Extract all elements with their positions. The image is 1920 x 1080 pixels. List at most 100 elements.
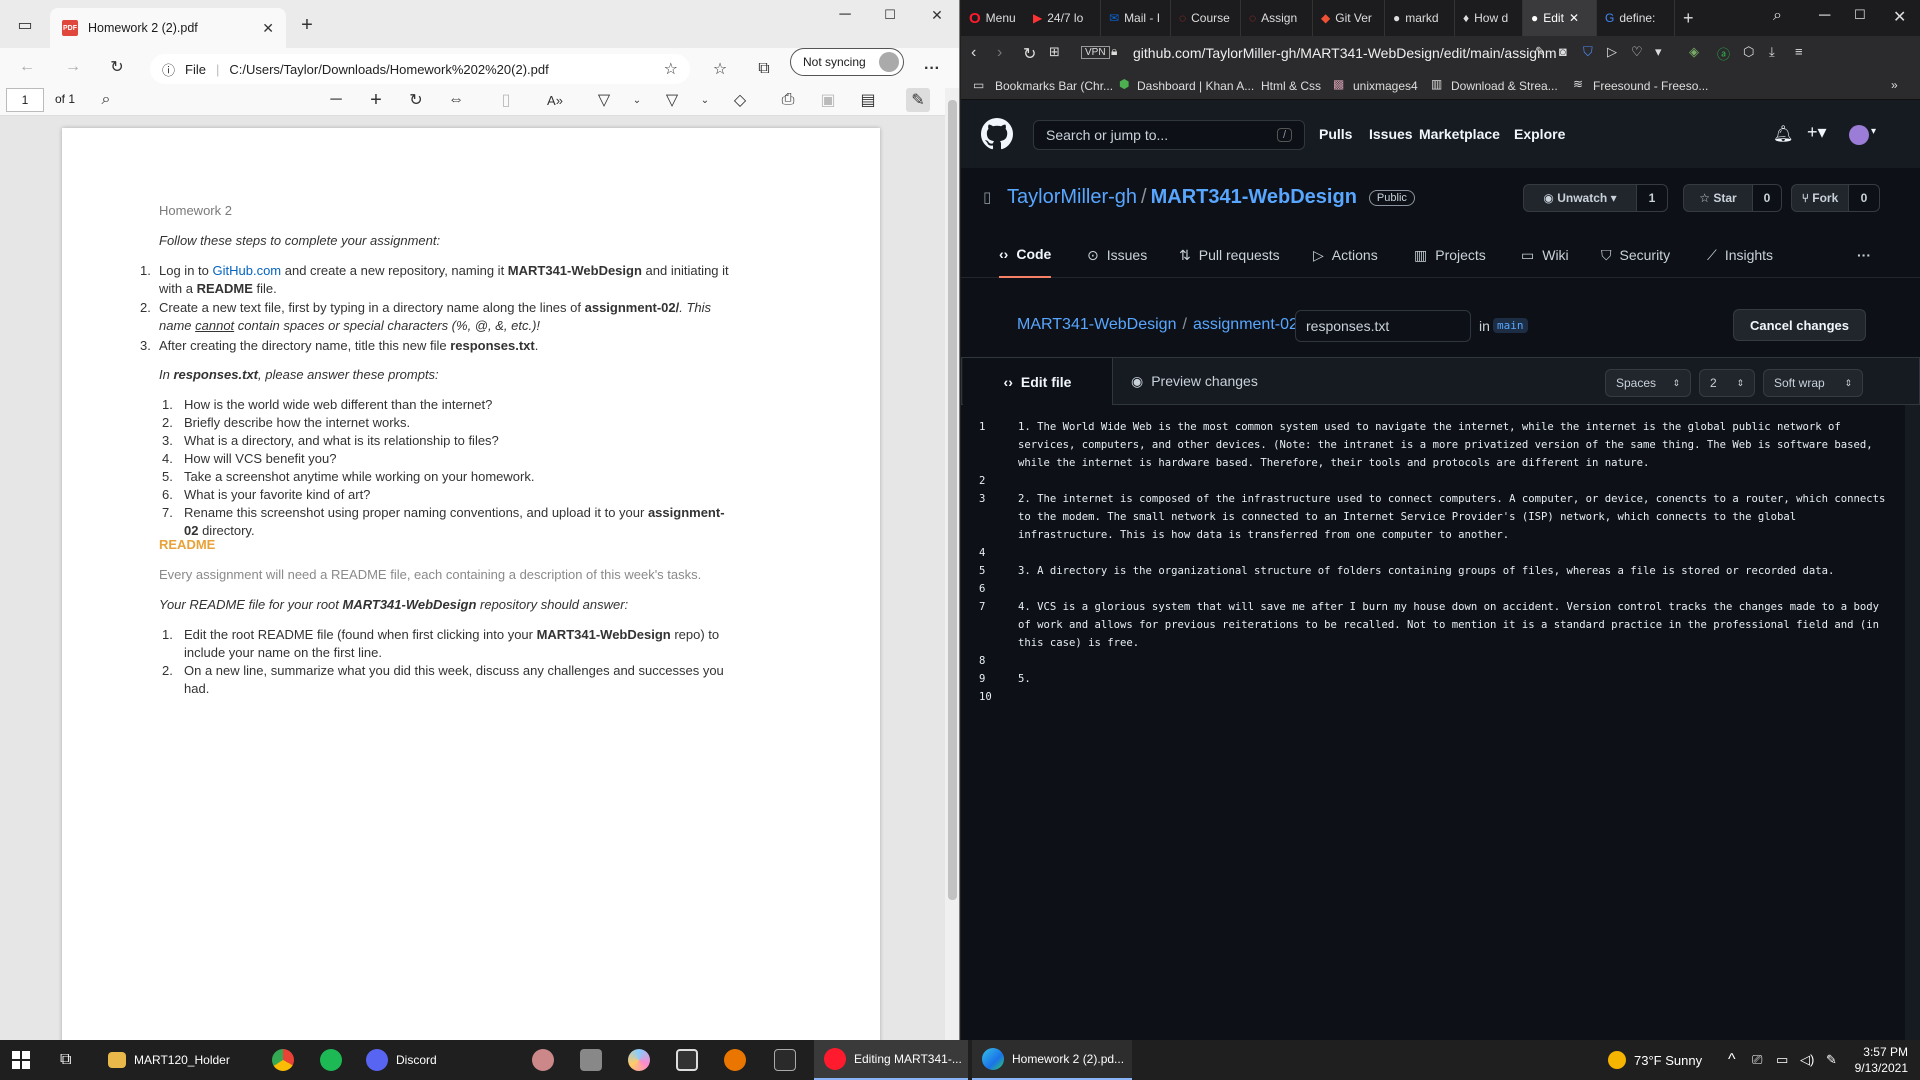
tab-assign[interactable]: ◌ Assign	[1241, 0, 1313, 36]
easy-setup-icon[interactable]: ≡	[1795, 44, 1803, 59]
tab-pull-requests[interactable]: ⇅ Pull requests	[1179, 232, 1280, 278]
code-line[interactable]: 1. The World Wide Web is the most common…	[1018, 418, 1898, 472]
meet-now-icon[interactable]: ⎚	[1752, 1040, 1762, 1080]
cube-icon[interactable]: ⬡	[1743, 44, 1754, 60]
tab-markd[interactable]: ● markd	[1385, 0, 1455, 36]
page-view-icon[interactable]: ▯	[496, 90, 516, 110]
read-aloud-icon[interactable]: A»	[545, 90, 565, 110]
save-as-icon[interactable]: ▤	[858, 90, 878, 110]
maximize-icon[interactable]: ☐	[1854, 7, 1866, 23]
fork-count[interactable]: 0	[1848, 184, 1880, 212]
speed-dial-icon[interactable]: ⊞	[1049, 44, 1060, 60]
code-line[interactable]: 4. VCS is a glorious system that will sa…	[1018, 598, 1898, 652]
shield-icon[interactable]: ⛉	[1583, 44, 1593, 60]
fit-page-icon[interactable]: ⇔	[446, 90, 466, 110]
bookmark-item[interactable]: Freesound - Freeso...	[1593, 79, 1708, 93]
tab-24-7[interactable]: ▶ 24/7 lo	[1025, 0, 1101, 36]
page-number-input[interactable]: 1	[6, 88, 44, 112]
tab-actions[interactable]: ▷ Actions	[1313, 232, 1378, 278]
clock[interactable]: 3:57 PM 9/13/2021	[1848, 1040, 1908, 1080]
sync-button[interactable]: Not syncing	[790, 48, 904, 76]
app-taskbar-icon-2[interactable]	[628, 1040, 650, 1080]
close-window-icon[interactable]: ✕	[922, 4, 952, 26]
tab-security[interactable]: ⛉ Security	[1601, 232, 1670, 278]
volume-icon[interactable]: ◁)	[1800, 1040, 1814, 1080]
pen-icon[interactable]: ✎	[1826, 1040, 1837, 1080]
cancel-changes-button[interactable]: Cancel changes	[1733, 309, 1866, 341]
pin-toolbar-icon[interactable]: ✎	[906, 88, 930, 112]
taskbar-item-discord[interactable]: Discord	[366, 1040, 456, 1080]
edit-page-icon[interactable]: ✎	[1535, 44, 1546, 60]
bookmark-item[interactable]: Download & Strea...	[1451, 79, 1558, 93]
weather-widget[interactable]: 73°F Sunny	[1608, 1040, 1702, 1080]
favorites-icon[interactable]: ☆	[708, 58, 732, 80]
edge-address-bar[interactable]: ⓘ File | C:/Users/Taylor/Downloads/Homew…	[150, 54, 690, 84]
opera-menu-button[interactable]: O Menu	[961, 0, 1025, 36]
bookmarks-overflow-icon[interactable]: »	[1891, 78, 1898, 92]
close-tab-icon[interactable]: ✕	[1569, 11, 1579, 25]
zoom-in-icon[interactable]: +	[366, 89, 386, 111]
rotate-icon[interactable]: ↻	[406, 90, 426, 110]
tab-code[interactable]: ‹› Code	[999, 232, 1052, 278]
repo-owner-link[interactable]: TaylorMiller-gh	[1007, 186, 1137, 209]
highlight-icon[interactable]: ▽	[662, 90, 682, 110]
epic-taskbar-icon[interactable]	[774, 1040, 796, 1080]
minimize-icon[interactable]: ─	[1819, 7, 1830, 25]
tab-issues[interactable]: ⊙ Issues	[1087, 232, 1147, 278]
tab-insights[interactable]: ⟋ Insights	[1707, 232, 1773, 278]
close-window-icon[interactable]: ✕	[1893, 7, 1906, 27]
chrome-taskbar-icon[interactable]	[272, 1040, 294, 1080]
heart-icon[interactable]: ♡	[1631, 44, 1643, 60]
tab-projects[interactable]: ▥ Projects	[1414, 232, 1486, 278]
breadcrumb-dir[interactable]: assignment-02	[1193, 316, 1298, 334]
wallet-icon[interactable]: ▾	[1655, 44, 1662, 60]
unwatch-button[interactable]: ◉ Unwatch ▾	[1523, 184, 1637, 212]
close-tab-icon[interactable]: ✕	[262, 20, 274, 37]
nav-marketplace[interactable]: Marketplace	[1419, 126, 1500, 142]
tab-wiki[interactable]: ▭ Wiki	[1521, 232, 1569, 278]
forward-icon[interactable]: →	[62, 56, 84, 78]
code-line[interactable]: 3. A directory is the organizational str…	[1018, 562, 1898, 580]
highlight-chevron-icon[interactable]: ⌄	[698, 90, 712, 110]
unity-taskbar-icon[interactable]	[676, 1040, 698, 1080]
tab-git-ver[interactable]: ◆ Git Ver	[1313, 0, 1385, 36]
extension-icon[interactable]: ◈	[1689, 44, 1699, 60]
code-line[interactable]: 5.	[1018, 670, 1898, 688]
send-icon[interactable]: ▷	[1607, 44, 1617, 60]
start-button[interactable]	[12, 1040, 30, 1080]
refresh-icon[interactable]: ↻	[106, 56, 128, 78]
new-tab-icon[interactable]: +	[296, 14, 318, 36]
bookmark-item[interactable]: Html & Css	[1261, 79, 1321, 93]
back-icon[interactable]: ←	[16, 56, 38, 78]
star-button[interactable]: ☆ Star	[1683, 184, 1753, 212]
filename-input[interactable]	[1295, 310, 1471, 342]
maximize-icon[interactable]: ☐	[875, 4, 905, 26]
tab-how-d[interactable]: ♦ How d	[1455, 0, 1523, 36]
repo-name-link[interactable]: MART341-WebDesign	[1151, 186, 1357, 209]
pdf-scrollbar-thumb[interactable]	[948, 100, 957, 900]
watch-count[interactable]: 1	[1636, 184, 1668, 212]
save-icon[interactable]: ▣	[818, 90, 838, 110]
blender-taskbar-icon[interactable]	[724, 1040, 746, 1080]
breadcrumb-repo[interactable]: MART341-WebDesign	[1017, 316, 1176, 334]
star-count[interactable]: 0	[1752, 184, 1782, 212]
bookmark-item[interactable]: unixmages4	[1353, 79, 1418, 93]
create-new-icon[interactable]: +▾	[1807, 122, 1827, 143]
settings-more-icon[interactable]: ···	[920, 58, 944, 80]
minimize-icon[interactable]: ─	[830, 4, 860, 26]
collections-icon[interactable]: ⧉	[752, 58, 776, 80]
favorite-add-icon[interactable]: ☆	[664, 59, 678, 79]
nav-explore[interactable]: Explore	[1514, 126, 1565, 142]
github-search-input[interactable]: Search or jump to... /	[1033, 120, 1305, 150]
code-editor[interactable]: 1 1. The World Wide Web is the most comm…	[961, 357, 1920, 1040]
github-link[interactable]: GitHub.com	[213, 263, 282, 278]
network-icon[interactable]: ▭	[1776, 1040, 1788, 1080]
download-icon[interactable]: ⤓	[1769, 44, 1775, 60]
new-tab-icon[interactable]: +	[1675, 0, 1705, 36]
vpn-badge[interactable]: VPN	[1081, 46, 1110, 59]
github-logo-icon[interactable]	[981, 118, 1013, 150]
spotify-taskbar-icon[interactable]	[320, 1040, 342, 1080]
find-icon[interactable]: ⌕	[96, 90, 116, 110]
tab-search-icon[interactable]: ⌕	[1773, 7, 1782, 25]
editor-scrollbar[interactable]	[1905, 405, 1920, 1040]
